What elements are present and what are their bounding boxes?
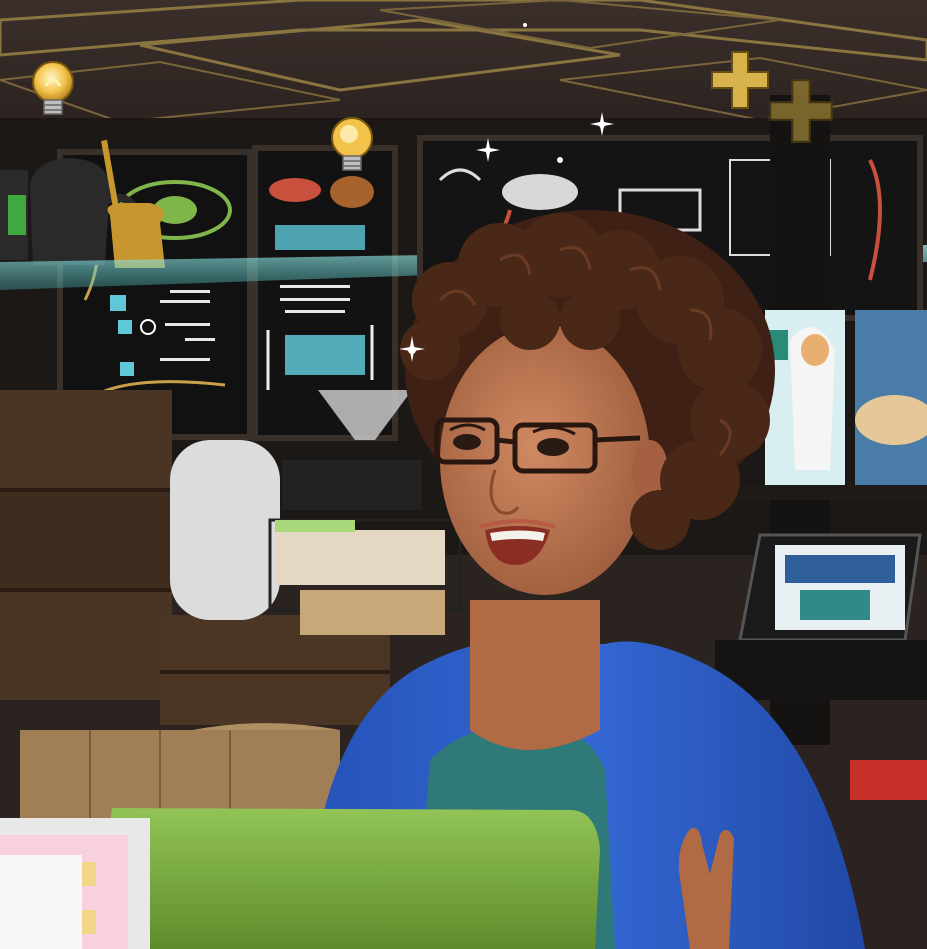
- plus-icon: [769, 79, 833, 143]
- lightbulb-icon: [32, 61, 74, 115]
- lightbulb-icon: [331, 117, 373, 171]
- plus-icon: [711, 51, 769, 109]
- laptop: [0, 808, 600, 949]
- wooden-table: [20, 723, 340, 820]
